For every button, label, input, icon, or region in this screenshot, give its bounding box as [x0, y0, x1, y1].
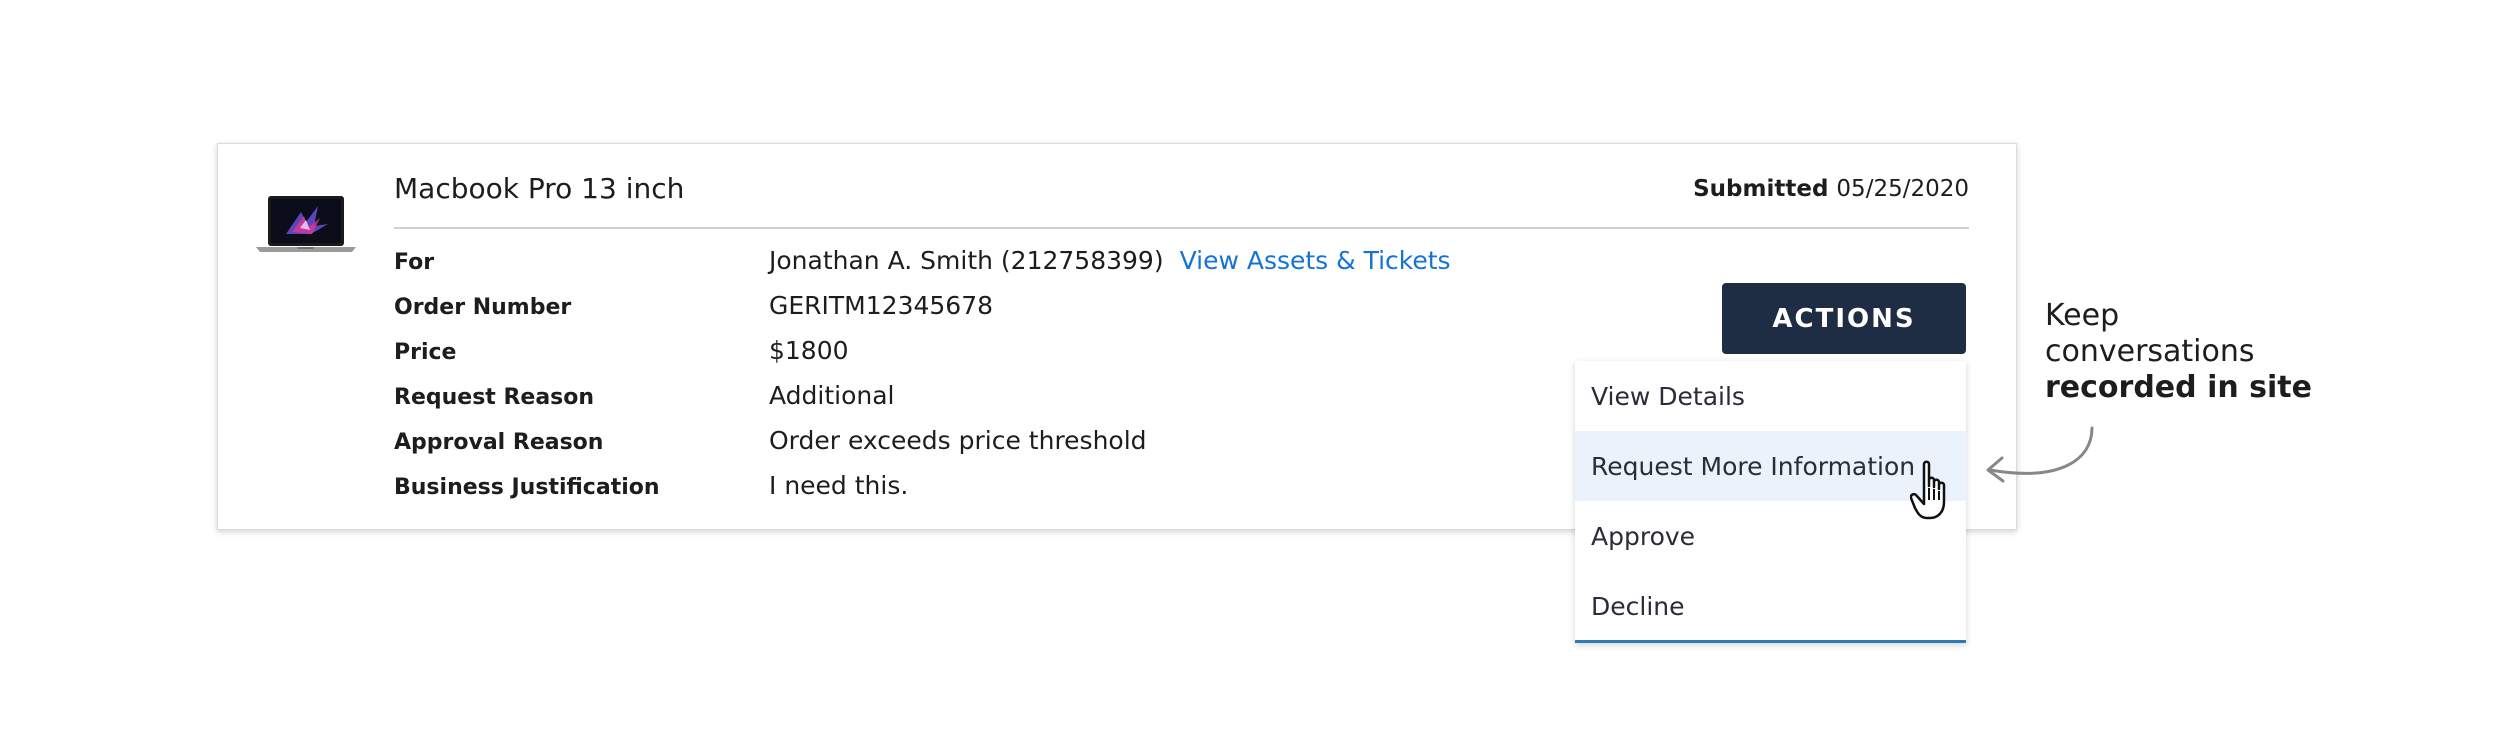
actions-button[interactable]: ACTIONS: [1722, 283, 1966, 354]
annotation-line-emphasis: recorded in site: [2045, 370, 2312, 405]
laptop-thumbnail: [256, 196, 356, 252]
submitted-label: Submitted: [1693, 176, 1829, 202]
submitted-date: Submitted 05/25/2020: [1693, 176, 1969, 202]
hand-pointer-icon: [1910, 460, 1946, 520]
annotation-line: Keep: [2045, 298, 2120, 333]
requester-name: Jonathan A. Smith (212758399): [769, 246, 1164, 275]
detail-value: I need this.: [769, 471, 909, 500]
detail-label: Order Number: [394, 295, 572, 320]
product-title: Macbook Pro 13 inch: [394, 172, 685, 205]
detail-value: Additional: [769, 381, 895, 410]
menu-item-approve[interactable]: Approve: [1575, 501, 1966, 571]
menu-item-view-details[interactable]: View Details: [1575, 361, 1966, 431]
annotation-line: conversations: [2045, 334, 2255, 369]
detail-label: Request Reason: [394, 385, 595, 410]
actions-dropdown-menu: View Details Request More Information Ap…: [1575, 361, 1966, 643]
annotation-note: Keep conversations recorded in site: [2045, 298, 2312, 406]
detail-label: Price: [394, 340, 457, 365]
detail-value: Jonathan A. Smith (212758399) View Assets…: [769, 246, 1451, 275]
detail-value: Order exceeds price threshold: [769, 426, 1147, 455]
detail-label: Business Justification: [394, 475, 660, 500]
menu-item-request-more-information[interactable]: Request More Information: [1575, 431, 1966, 501]
detail-value: $1800: [769, 336, 849, 365]
view-assets-tickets-link[interactable]: View Assets & Tickets: [1180, 246, 1451, 275]
detail-value: GERITM12345678: [769, 291, 993, 320]
submitted-value: 05/25/2020: [1836, 176, 1969, 202]
curved-arrow-icon: [1986, 426, 2094, 483]
detail-label: For: [394, 250, 435, 275]
header-divider: [394, 227, 1969, 229]
menu-item-decline[interactable]: Decline: [1575, 571, 1966, 641]
detail-label: Approval Reason: [394, 430, 604, 455]
